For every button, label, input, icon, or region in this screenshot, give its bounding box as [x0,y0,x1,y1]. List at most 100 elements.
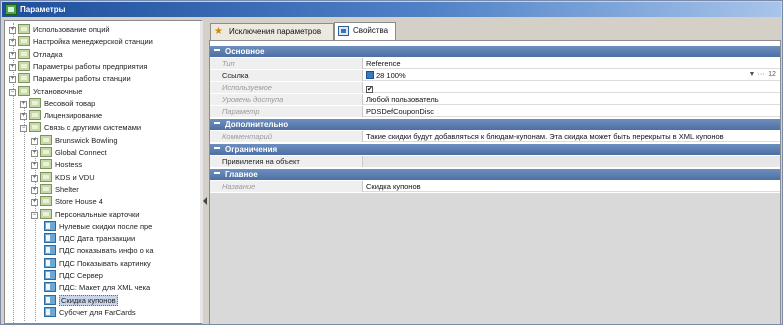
property-value[interactable]: Скидка купонов [362,181,780,192]
parameter-icon [44,257,56,268]
tree-item-label: Настройка менеджерской станции [33,37,153,47]
expand-icon[interactable]: + [20,100,27,108]
tree-item[interactable]: + Hostess [31,159,82,170]
tree-item[interactable]: Субсчет для FarCards [42,306,136,318]
used-checkbox[interactable]: ✔ [366,86,373,93]
tree-item-label: Нулевые скидки после пре [59,221,153,231]
tree-item-label: Параметры работы станции [33,74,131,84]
tree-item[interactable]: + Shelter [31,183,79,195]
property-name: Параметр [210,106,362,117]
tree-item-label: Параметры работы предприятия [33,61,148,71]
collapse-icon [214,49,220,51]
collapse-icon[interactable]: − [9,88,16,96]
tree-item-label: ПДС показывать инфо о ка [59,246,154,256]
tree-item[interactable]: ПДС показывать инфо о ка [42,245,154,256]
folder-icon [18,60,30,71]
tree-item-label: Global Connect [55,148,107,157]
tree-item[interactable]: + Global Connect [31,147,107,158]
link-ctrl-value: 12 [768,71,776,78]
expand-icon[interactable]: + [9,76,16,84]
property-name: Ссылка [210,70,362,81]
ellipsis-button[interactable]: ··· [757,71,765,80]
tree-item[interactable]: ПДС Сервер [42,270,103,281]
parameter-icon [44,270,56,280]
tree-item-label: Весовой товар [44,98,96,108]
section-extra[interactable]: Дополнительно [210,119,780,130]
tree-item[interactable]: ПДС: Макет для XML чека [42,282,150,293]
expand-icon[interactable]: + [31,162,38,170]
tree-item[interactable]: ПДС Дата транзакции [42,233,135,244]
parameter-icon [44,233,56,244]
expand-icon[interactable]: + [9,27,16,34]
tree-scrollbar[interactable] [200,21,203,323]
tab-exceptions[interactable]: ★ Исключения параметров [210,23,334,40]
tree-item[interactable]: ПДС Показывать картинку [42,257,151,269]
folder-icon [40,208,52,219]
tree-item-label: Скидка купонов [59,294,118,306]
tree-item[interactable]: + Отладка [9,48,63,60]
tree-item[interactable]: + Лицензирование [20,110,102,121]
tree-item[interactable]: + Store House 4 [31,196,103,207]
tree-item-label: Установочные [33,86,83,96]
property-value[interactable]: ✔ [362,82,780,93]
collapse-icon[interactable]: − [31,211,38,219]
link-value-text: 28 100% [376,71,406,80]
link-value-field[interactable]: 28 100% [362,70,780,81]
property-grid: Основное Тип Reference Ссылка 28 100% ▼ … [209,40,781,324]
tree-item[interactable]: + Использование опций [9,24,110,35]
folder-icon [40,183,52,194]
collapse-icon [214,172,220,174]
settings-tree[interactable]: + Использование опций + Настройка менеджерс… [4,20,202,324]
tree-item[interactable]: − Связь с другими системами [20,122,141,133]
section-general[interactable]: Главное [210,169,780,180]
property-row-param: Параметр PDSDefCouponDisc [210,106,780,117]
star-icon: ★ [214,26,223,37]
tree-item[interactable]: + Весовой товар [20,97,96,109]
parameter-icon [44,306,56,317]
tree-item[interactable]: + Brunswick Bowling [31,134,118,146]
tree-item[interactable]: Скидка купонов [42,294,118,306]
tab-exceptions-label: Исключения параметров [229,27,322,36]
title-bar: Параметры [2,2,781,17]
expand-icon[interactable]: + [31,137,38,145]
app-icon [5,4,17,15]
expand-icon[interactable]: + [9,39,16,47]
tree-item[interactable]: − Установочные [9,85,83,97]
section-main[interactable]: Основное [210,46,780,57]
property-name: Название [210,181,362,192]
tree-item[interactable]: Нулевые скидки после пре [42,220,153,232]
folder-icon [18,48,30,59]
expand-icon[interactable]: + [31,199,38,207]
property-row-comment[interactable]: Комментарий Такие скидки будут добавлять… [210,131,780,142]
tree-item[interactable]: + Параметры работы предприятия [9,60,148,72]
property-row-link[interactable]: Ссылка 28 100% ▼ ··· 12 [210,70,780,81]
expand-icon[interactable]: + [9,63,16,71]
tree-item[interactable]: + KDS и VDU [31,171,95,183]
expand-icon[interactable]: + [31,186,38,194]
property-row-title[interactable]: Название Скидка купонов [210,181,780,192]
property-name: Комментарий [210,131,362,142]
parameter-icon [44,245,56,256]
grid-empty-area [210,193,780,324]
tree-item[interactable]: + Настройка менеджерской станции [9,36,153,47]
collapse-icon[interactable]: − [20,125,27,133]
tree-connector-line [24,101,25,321]
tree-item[interactable]: − Персональные карточки [31,208,139,220]
collapse-arrow-icon[interactable] [203,197,207,205]
property-value[interactable] [362,156,780,167]
section-limits-label: Ограничения [225,145,278,154]
section-limits[interactable]: Ограничения [210,144,780,155]
property-row-used[interactable]: Используемое ✔ [210,82,780,93]
expand-icon[interactable]: + [20,113,27,121]
comment-value[interactable]: Такие скидки будут добавляться к блюдам-… [362,131,780,142]
expand-icon[interactable]: + [31,174,38,182]
tree-item[interactable]: + Параметры работы станции [9,73,131,84]
tree-item-label: Brunswick Bowling [55,135,118,145]
dropdown-arrow-icon[interactable]: ▼ [748,71,756,80]
tab-properties[interactable]: Свойства [334,22,396,40]
tree-item-label: Использование опций [33,25,110,34]
property-row-binding[interactable]: Привилегия на объект [210,156,780,167]
property-name: Уровень доступа [210,94,362,105]
expand-icon[interactable]: + [9,51,16,59]
expand-icon[interactable]: + [31,150,38,157]
